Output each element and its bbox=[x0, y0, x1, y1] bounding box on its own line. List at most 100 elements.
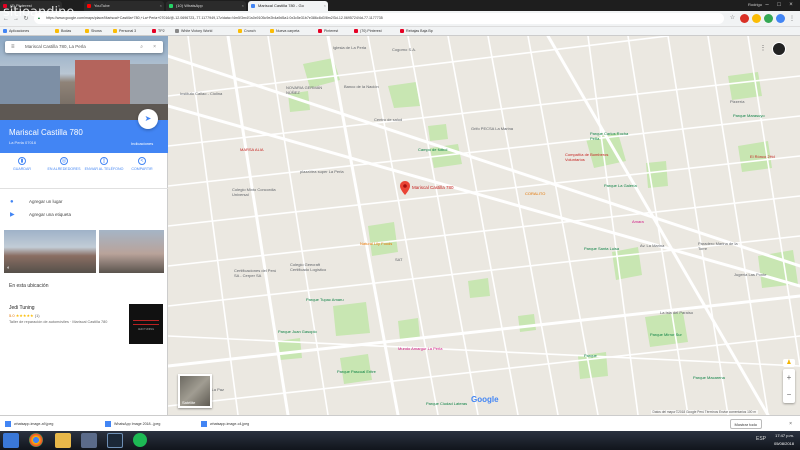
bookmark-folder[interactable]: Crunch bbox=[238, 27, 256, 36]
map-label[interactable]: Mundo Amargur La Perla bbox=[398, 346, 446, 352]
bookmark-link[interactable]: Pinterest bbox=[318, 27, 338, 36]
close-tab-icon[interactable]: × bbox=[160, 1, 162, 11]
star-icon[interactable]: ☆ bbox=[728, 14, 737, 23]
map-label[interactable]: Amara bbox=[632, 219, 644, 225]
media-player-icon[interactable] bbox=[81, 433, 97, 448]
map-label[interactable]: Iglesia de La Perla bbox=[333, 45, 381, 51]
location-pin[interactable] bbox=[400, 181, 410, 197]
bookmark-link[interactable]: (70) Pinterest bbox=[354, 27, 382, 36]
bookmark-link[interactable]: TP2 bbox=[152, 27, 165, 36]
profile-name[interactable]: Rodrigo bbox=[748, 0, 762, 10]
chrome-icon[interactable] bbox=[29, 433, 43, 447]
avatar[interactable] bbox=[772, 42, 786, 56]
close-icon[interactable]: × bbox=[153, 41, 156, 53]
bookmark-folder[interactable]: Personal 3 bbox=[113, 27, 136, 36]
maximize-icon[interactable]: □ bbox=[774, 0, 784, 10]
map-label[interactable]: Parque Macarena bbox=[693, 375, 725, 381]
tab-maps[interactable]: Mariscal Castilla 780 - Go × bbox=[248, 1, 328, 11]
directions-label[interactable]: Indicaciones bbox=[131, 141, 153, 146]
map-label[interactable]: plazaVea super La Perla bbox=[300, 169, 348, 175]
map-label[interactable]: Grifo PECSA La Marina bbox=[471, 126, 519, 132]
map-label[interactable]: Jugería Las Ponte bbox=[734, 272, 782, 278]
pegman-icon[interactable]: ♟ bbox=[783, 359, 795, 367]
taskbar-clock[interactable]: 17:47 p.m. 05/08/2018 bbox=[774, 432, 794, 448]
bookmark-folder[interactable]: Nueva carpeta bbox=[270, 27, 299, 36]
map-label[interactable]: Parque Mirror Sur bbox=[650, 332, 698, 338]
add-label-row[interactable]: ▶ Agregar una etiqueta bbox=[0, 209, 168, 221]
share-button[interactable]: < COMPARTIR bbox=[122, 157, 162, 171]
map-label[interactable]: La Isla del Paraíso bbox=[660, 310, 708, 316]
map-label[interactable]: Parque La Galería bbox=[604, 183, 652, 189]
map-label[interactable]: Parque Tupac Amaru bbox=[306, 297, 354, 303]
apps-grid-icon[interactable]: ⋮ bbox=[758, 44, 768, 54]
extension-icon[interactable] bbox=[776, 14, 785, 23]
map-label[interactable]: Pizzería bbox=[730, 99, 744, 105]
file-explorer-icon[interactable] bbox=[55, 433, 71, 448]
spotify-icon[interactable] bbox=[133, 433, 147, 447]
map-canvas[interactable] bbox=[168, 36, 800, 415]
map-label[interactable]: Parque Ciudad Lateras bbox=[426, 401, 474, 407]
street-photo[interactable] bbox=[99, 230, 164, 273]
map-label[interactable]: Paradero Marina de la Torre bbox=[698, 241, 746, 251]
close-icon[interactable]: × bbox=[789, 419, 792, 429]
extension-icon[interactable] bbox=[764, 14, 773, 23]
map-label[interactable]: Parque Carlos Rocha Peña bbox=[590, 131, 638, 141]
map-label[interactable]: MARSA ALIA bbox=[240, 147, 264, 153]
minimize-icon[interactable]: – bbox=[762, 0, 772, 10]
map-label[interactable]: Av. La Marina bbox=[640, 243, 664, 249]
map-label[interactable]: SAT bbox=[395, 257, 402, 263]
map-label[interactable]: Parque Santa Luisa bbox=[584, 246, 632, 252]
download-item[interactable]: whatsapp-image-a9.jpeg bbox=[4, 419, 53, 429]
map-label[interactable]: Banco de la Nación bbox=[344, 84, 392, 90]
show-all-button[interactable]: Mostrar todo bbox=[729, 419, 762, 429]
send-to-phone-button[interactable]: ▯ ENVIAR AL TELÉFONO bbox=[84, 157, 124, 171]
menu-dots-icon[interactable]: ⋮ bbox=[788, 14, 796, 24]
map-label[interactable]: Instituto Callao - Ciolina bbox=[180, 91, 228, 97]
street-photo[interactable]: ◐ bbox=[4, 230, 96, 273]
bookmark-folder[interactable]: Bodas bbox=[55, 27, 71, 36]
zoom-out-button[interactable]: − bbox=[783, 386, 795, 403]
bookmark-folder[interactable]: Shows bbox=[85, 27, 102, 36]
add-place-row[interactable]: ● Agregar un lugar bbox=[0, 196, 168, 208]
business-name[interactable]: Jedi Tuning bbox=[9, 305, 35, 311]
search-input[interactable]: ≡ Mariscal Castilla 780, La Perla ⌕ × bbox=[5, 41, 163, 53]
save-button[interactable]: ▮ GUARDAR bbox=[2, 157, 42, 171]
bookmark-folder[interactable]: White Victory World bbox=[175, 27, 212, 36]
tab-youtube[interactable]: YouTube × bbox=[84, 1, 164, 11]
tab-whatsapp[interactable]: (10) WhatsApp × bbox=[166, 1, 246, 11]
download-item[interactable]: WhatsApp Image 2018...jpeg bbox=[104, 419, 160, 429]
map-label[interactable]: Centro de salud bbox=[374, 117, 402, 123]
nearby-button[interactable]: ◎ EN ALREDEDORES bbox=[44, 157, 84, 171]
bookmark-apps[interactable]: Aplicaciones bbox=[3, 27, 29, 36]
system-tray[interactable]: ESP bbox=[756, 436, 766, 442]
map-label[interactable]: Parque Pascual Eritre bbox=[337, 369, 385, 375]
close-tab-icon[interactable]: × bbox=[242, 1, 244, 11]
map-label[interactable]: Colegio Mixto Concordia Universal bbox=[232, 187, 280, 197]
map-label[interactable]: Natural Lily Foods bbox=[360, 241, 408, 247]
start-button-icon[interactable] bbox=[3, 433, 19, 448]
address-bar[interactable]: 🔒︎ https://www.google.com/maps/place/Mari… bbox=[34, 13, 724, 24]
satellite-toggle[interactable]: Satélite bbox=[178, 374, 212, 408]
map-label[interactable]: CORALITO bbox=[525, 191, 545, 197]
download-item[interactable]: whatsapp-image-c4.jpeg bbox=[200, 419, 249, 429]
map-attribution[interactable]: Datos del mapa ©2018 Google Perú Término… bbox=[650, 410, 758, 414]
directions-button[interactable]: ➤ bbox=[138, 109, 158, 129]
map-label[interactable]: Parque bbox=[584, 353, 597, 359]
map-label[interactable]: El Rónco 2Hd bbox=[750, 154, 775, 160]
map-label[interactable]: Parque Juan Gasoplo bbox=[278, 329, 326, 335]
extension-icon[interactable] bbox=[740, 14, 749, 23]
extension-icon[interactable] bbox=[752, 14, 761, 23]
map-label[interactable]: NOVARIA GERMÁN NÚÑEZ bbox=[286, 85, 334, 95]
map-label[interactable]: Certificaciones del Perú SA - Cerper SA bbox=[234, 268, 282, 278]
map-label[interactable]: Colegio Geecraft Certificado Logístico bbox=[290, 262, 338, 272]
zoom-in-button[interactable]: + bbox=[783, 369, 795, 386]
search-icon[interactable]: ⌕ bbox=[140, 41, 143, 53]
close-tab-icon[interactable]: × bbox=[324, 1, 326, 11]
photo-strip[interactable]: ◐ bbox=[4, 230, 164, 273]
close-window-icon[interactable]: × bbox=[786, 0, 796, 10]
map-label[interactable]: Cogorno S.A. bbox=[392, 47, 416, 53]
map-label[interactable]: Campo de fútbol bbox=[418, 147, 447, 153]
map-label[interactable]: Parque Marasuyo bbox=[733, 113, 765, 119]
steam-icon[interactable] bbox=[107, 433, 123, 448]
business-thumbnail[interactable]: JEDI TUNING bbox=[129, 304, 163, 344]
